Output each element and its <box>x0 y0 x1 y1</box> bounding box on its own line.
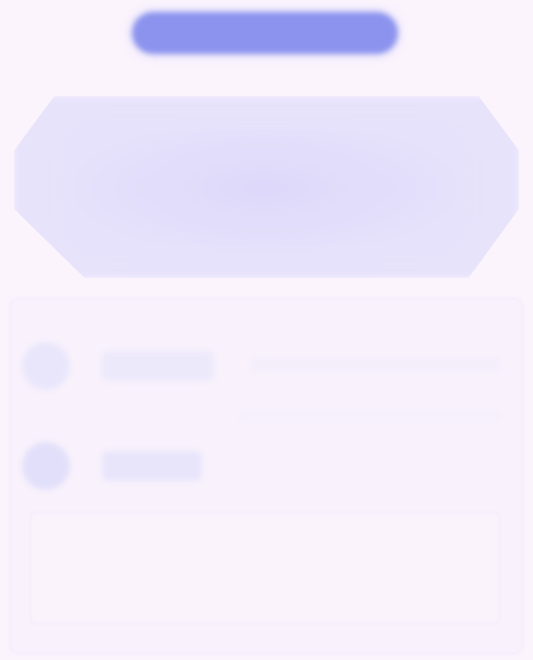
list-item-label <box>102 451 202 481</box>
page <box>0 0 533 660</box>
list-item[interactable] <box>22 436 502 496</box>
avatar-icon <box>22 442 70 490</box>
text-input[interactable] <box>30 512 500 624</box>
avatar-icon <box>22 342 70 390</box>
hero-banner-inner <box>60 118 470 258</box>
list-item-divider <box>250 358 500 372</box>
list-item-label <box>102 351 214 381</box>
list-item-divider <box>240 410 500 424</box>
primary-button[interactable] <box>132 12 398 54</box>
